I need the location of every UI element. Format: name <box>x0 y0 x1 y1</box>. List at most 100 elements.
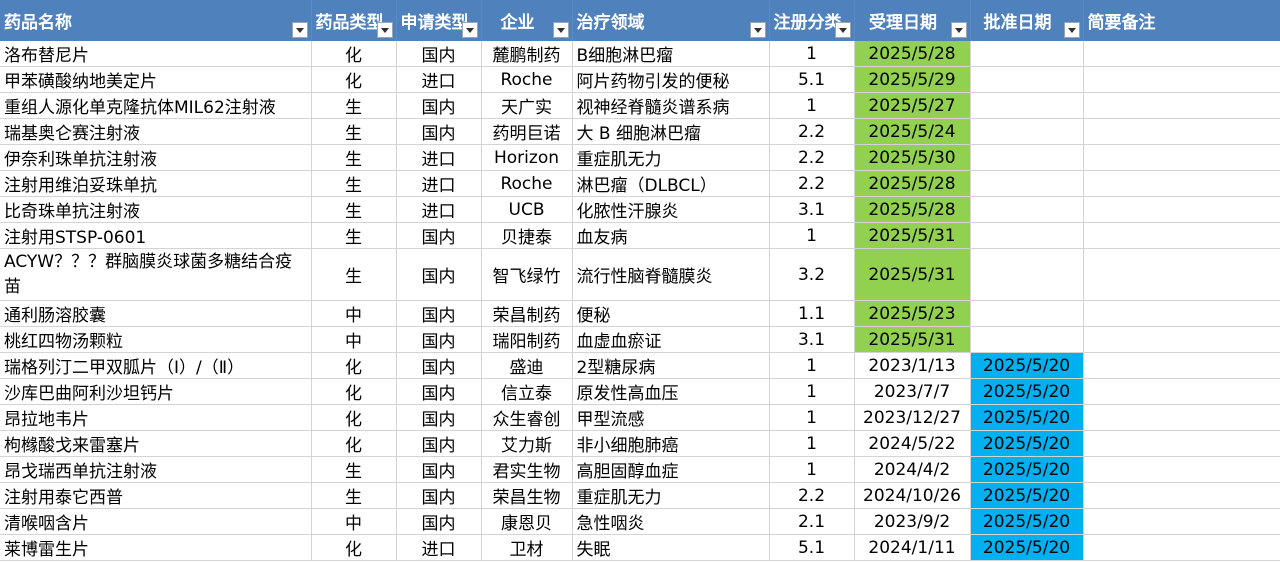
cell-approve-date[interactable] <box>970 92 1084 119</box>
cell-drug-name[interactable]: 沙库巴曲阿利沙坦钙片 <box>0 378 312 405</box>
cell-drug-name[interactable]: ACYW？？？群脑膜炎球菌多糖结合疫苗 <box>0 248 312 301</box>
cell-company[interactable]: 艾力斯 <box>481 430 573 457</box>
cell-company[interactable]: Roche <box>481 170 573 197</box>
cell-approve-date[interactable]: 2025/5/20 <box>970 508 1084 535</box>
cell-brief-note[interactable] <box>1083 326 1280 353</box>
cell-therapeutic-area[interactable]: 大 B 细胞淋巴瘤 <box>572 118 770 145</box>
cell-therapeutic-area[interactable]: 便秘 <box>572 300 770 327</box>
filter-dropdown-button[interactable] <box>376 22 393 38</box>
cell-registration-class[interactable]: 1.1 <box>769 300 855 327</box>
cell-brief-note[interactable] <box>1083 378 1280 405</box>
cell-therapeutic-area[interactable]: 原发性高血压 <box>572 378 770 405</box>
cell-application-type[interactable]: 国内 <box>396 326 482 353</box>
filter-dropdown-button[interactable] <box>291 22 308 38</box>
cell-approve-date[interactable] <box>970 300 1084 327</box>
cell-registration-class[interactable]: 3.2 <box>769 248 855 301</box>
cell-registration-class[interactable]: 1 <box>769 456 855 483</box>
cell-drug-type[interactable]: 化 <box>311 41 397 67</box>
cell-therapeutic-area[interactable]: 甲型流感 <box>572 404 770 431</box>
cell-therapeutic-area[interactable]: 视神经脊髓炎谱系病 <box>572 92 770 119</box>
cell-accept-date[interactable]: 2025/5/31 <box>854 222 971 249</box>
cell-accept-date[interactable]: 2025/5/28 <box>854 170 971 197</box>
cell-accept-date[interactable]: 2025/5/30 <box>854 144 971 171</box>
cell-company[interactable]: 智飞绿竹 <box>481 248 573 301</box>
cell-brief-note[interactable] <box>1083 144 1280 171</box>
cell-drug-name[interactable]: 重组人源化单克隆抗体MIL62注射液 <box>0 92 312 119</box>
cell-application-type[interactable]: 国内 <box>396 222 482 249</box>
cell-accept-date[interactable]: 2025/5/28 <box>854 41 971 67</box>
cell-application-type[interactable]: 国内 <box>396 92 482 119</box>
cell-accept-date[interactable]: 2025/5/27 <box>854 92 971 119</box>
cell-registration-class[interactable]: 5.1 <box>769 534 855 561</box>
cell-approve-date[interactable] <box>970 196 1084 223</box>
cell-application-type[interactable]: 国内 <box>396 430 482 457</box>
cell-drug-type[interactable]: 生 <box>311 248 397 301</box>
cell-company[interactable]: Horizon <box>481 144 573 171</box>
cell-drug-name[interactable]: 注射用STSP-0601 <box>0 222 312 249</box>
cell-drug-type[interactable]: 化 <box>311 404 397 431</box>
cell-accept-date[interactable]: 2025/5/28 <box>854 196 971 223</box>
cell-therapeutic-area[interactable]: 高胆固醇血症 <box>572 456 770 483</box>
cell-drug-type[interactable]: 生 <box>311 170 397 197</box>
cell-drug-name[interactable]: 伊奈利珠单抗注射液 <box>0 144 312 171</box>
cell-drug-name[interactable]: 清喉咽含片 <box>0 508 312 535</box>
cell-brief-note[interactable] <box>1083 41 1280 67</box>
cell-drug-name[interactable]: 昂戈瑞西单抗注射液 <box>0 456 312 483</box>
cell-drug-type[interactable]: 生 <box>311 144 397 171</box>
filter-dropdown-button[interactable] <box>749 22 766 38</box>
cell-accept-date[interactable]: 2025/5/29 <box>854 66 971 93</box>
cell-company[interactable]: 瑞阳制药 <box>481 326 573 353</box>
cell-approve-date[interactable] <box>970 326 1084 353</box>
cell-drug-name[interactable]: 甲苯磺酸纳地美定片 <box>0 66 312 93</box>
cell-therapeutic-area[interactable]: 阿片药物引发的便秘 <box>572 66 770 93</box>
cell-application-type[interactable]: 进口 <box>396 170 482 197</box>
cell-approve-date[interactable]: 2025/5/20 <box>970 482 1084 509</box>
cell-approve-date[interactable] <box>970 170 1084 197</box>
cell-accept-date[interactable]: 2025/5/31 <box>854 248 971 301</box>
cell-registration-class[interactable]: 2.2 <box>769 118 855 145</box>
cell-drug-name[interactable]: 瑞基奥仑赛注射液 <box>0 118 312 145</box>
cell-drug-type[interactable]: 生 <box>311 92 397 119</box>
cell-application-type[interactable]: 国内 <box>396 378 482 405</box>
cell-brief-note[interactable] <box>1083 482 1280 509</box>
cell-company[interactable]: 君实生物 <box>481 456 573 483</box>
cell-application-type[interactable]: 进口 <box>396 534 482 561</box>
cell-accept-date[interactable]: 2025/5/24 <box>854 118 971 145</box>
cell-drug-name[interactable]: 桃红四物汤颗粒 <box>0 326 312 353</box>
cell-application-type[interactable]: 国内 <box>396 118 482 145</box>
cell-drug-name[interactable]: 枸橼酸戈来雷塞片 <box>0 430 312 457</box>
cell-therapeutic-area[interactable]: 淋巴瘤（DLBCL） <box>572 170 770 197</box>
cell-drug-type[interactable]: 生 <box>311 482 397 509</box>
cell-drug-type[interactable]: 生 <box>311 456 397 483</box>
cell-application-type[interactable]: 国内 <box>396 456 482 483</box>
cell-drug-type[interactable]: 化 <box>311 378 397 405</box>
cell-drug-name[interactable]: 瑞格列汀二甲双胍片（Ⅰ）/（Ⅱ） <box>0 352 312 379</box>
cell-accept-date[interactable]: 2023/7/7 <box>854 378 971 405</box>
filter-dropdown-button[interactable] <box>834 22 851 38</box>
cell-application-type[interactable]: 国内 <box>396 352 482 379</box>
cell-approve-date[interactable]: 2025/5/20 <box>970 352 1084 379</box>
cell-registration-class[interactable]: 1 <box>769 378 855 405</box>
cell-application-type[interactable]: 国内 <box>396 404 482 431</box>
filter-dropdown-button[interactable] <box>1063 22 1080 38</box>
cell-company[interactable]: 贝捷泰 <box>481 222 573 249</box>
cell-drug-name[interactable]: 通利肠溶胶囊 <box>0 300 312 327</box>
cell-brief-note[interactable] <box>1083 222 1280 249</box>
cell-therapeutic-area[interactable]: 化脓性汗腺炎 <box>572 196 770 223</box>
cell-registration-class[interactable]: 2.2 <box>769 170 855 197</box>
cell-company[interactable]: 天广实 <box>481 92 573 119</box>
cell-drug-type[interactable]: 中 <box>311 300 397 327</box>
cell-drug-name[interactable]: 注射用维泊妥珠单抗 <box>0 170 312 197</box>
cell-therapeutic-area[interactable]: 血虚血瘀证 <box>572 326 770 353</box>
cell-registration-class[interactable]: 2.2 <box>769 144 855 171</box>
cell-brief-note[interactable] <box>1083 248 1280 301</box>
cell-application-type[interactable]: 进口 <box>396 144 482 171</box>
cell-drug-type[interactable]: 化 <box>311 430 397 457</box>
cell-drug-type[interactable]: 中 <box>311 326 397 353</box>
cell-brief-note[interactable] <box>1083 352 1280 379</box>
cell-accept-date[interactable]: 2023/1/13 <box>854 352 971 379</box>
filter-dropdown-button[interactable] <box>950 22 967 38</box>
cell-registration-class[interactable]: 3.1 <box>769 326 855 353</box>
cell-drug-type[interactable]: 中 <box>311 508 397 535</box>
cell-therapeutic-area[interactable]: 流行性脑脊髓膜炎 <box>572 248 770 301</box>
